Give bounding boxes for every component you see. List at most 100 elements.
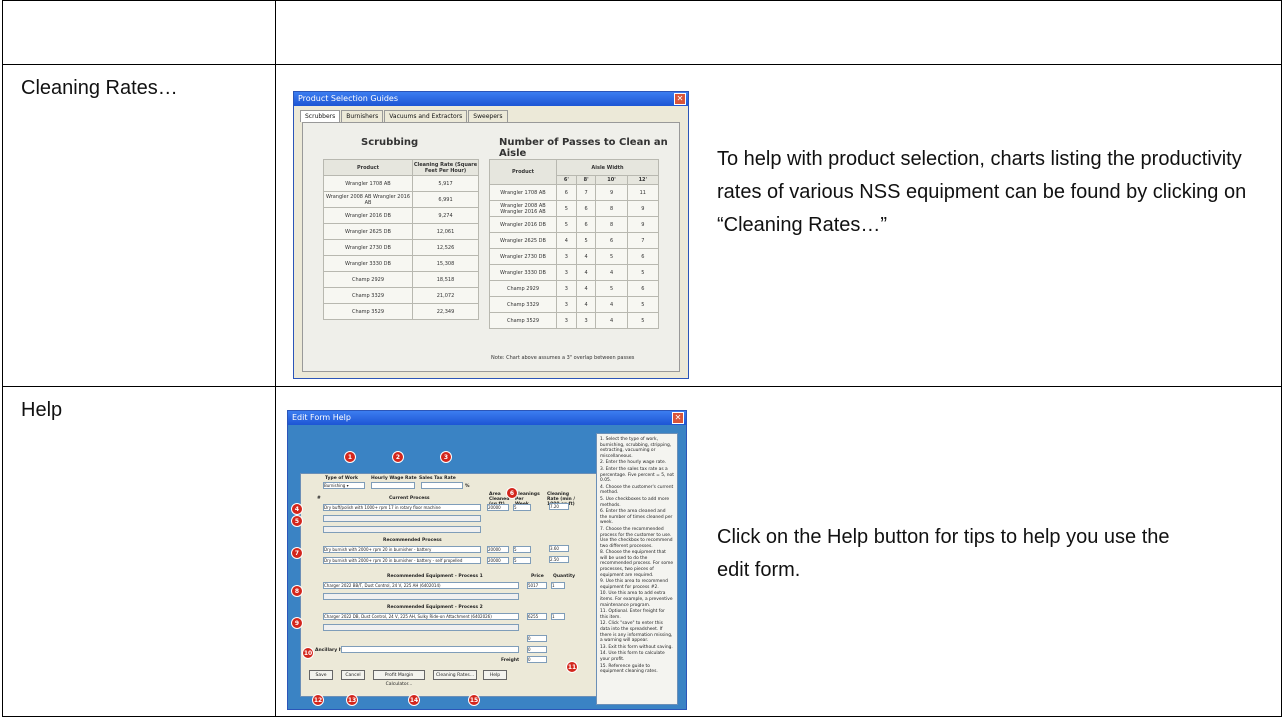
save-button[interactable]: Save	[309, 670, 333, 680]
passes-cell: 5	[626, 312, 660, 329]
header-product: Product	[489, 159, 557, 185]
cancel-button[interactable]: Cancel	[341, 670, 365, 680]
product-cell: Wrangler 2730 DB	[323, 239, 413, 256]
close-button[interactable]: ✕	[672, 412, 684, 424]
help-tip: 4. Choose the customer's current method.	[600, 484, 674, 496]
product-cell: Wrangler 2625 DB	[489, 232, 557, 249]
close-button[interactable]: ✕	[674, 93, 686, 105]
passes-cell: 6	[556, 184, 577, 201]
cleanings-input[interactable]: 5	[513, 546, 531, 553]
row-label: Cleaning Rates…	[21, 77, 178, 99]
width-10: 10'	[595, 175, 628, 185]
recommended-process-select-2[interactable]: Dry burnish with 2000+ rpm 20 in burnish…	[323, 557, 481, 564]
hourly-wage-label: Hourly Wage Rate	[371, 476, 417, 481]
quantity-input[interactable]: 1	[551, 613, 565, 620]
help-tip: 15. Reference guide to equipment cleanin…	[600, 663, 658, 675]
current-process-select-3[interactable]	[323, 526, 481, 533]
help-tip: 11. Optional. Enter freight for this ite…	[600, 609, 665, 620]
table-row: Wrangler 2008 AB Wrangler 2016 AB 5 6 8 9	[489, 200, 660, 217]
passes-cell: 7	[575, 184, 597, 201]
step-badge-10: 10	[302, 647, 314, 659]
current-process-label: Current Process	[389, 496, 430, 501]
sales-tax-input[interactable]	[421, 482, 463, 489]
current-process-select[interactable]: Dry buff/polish with 1000+ rpm 17 in rot…	[323, 504, 481, 511]
passes-cell: 9	[595, 184, 628, 201]
equipment-select-1b[interactable]	[323, 593, 519, 600]
step-badge-13: 13	[346, 694, 358, 706]
tab-burnishers[interactable]: Burnishers	[341, 110, 384, 122]
price-input[interactable]: 5017	[527, 582, 547, 589]
help-tip: 6. Enter the area cleaned and the number…	[600, 509, 673, 526]
passes-cell: 3	[556, 248, 577, 265]
edit-form: Type of Work Hourly Wage Rate Sales Tax …	[300, 473, 602, 697]
equipment-select-2[interactable]: Charger 2022 DB, Dust Control, 24 V, 225…	[323, 613, 519, 620]
recommended-process-select-1[interactable]: Dry burnish with 2000+ rpm 20 in burnish…	[323, 546, 481, 553]
step-badge-12: 12	[312, 694, 324, 706]
passes-cell: 4	[595, 264, 628, 281]
rate-cell: 18,518	[412, 271, 479, 288]
passes-cell: 5	[595, 248, 628, 265]
cleaning-rates-button[interactable]: Cleaning Rates...	[433, 670, 477, 680]
tab-scrubbers[interactable]: Scrubbers	[300, 110, 341, 122]
table-row: Wrangler 2625 DB 4 5 6 7	[489, 232, 660, 249]
tab-sweepers[interactable]: Sweepers	[468, 110, 508, 122]
equipment-select-1[interactable]: Charger 2022 BB/T, Dust Control, 24 V, 2…	[323, 582, 519, 589]
tab-vacuums[interactable]: Vacuums and Extractors	[384, 110, 468, 122]
passes-cell: 6	[626, 280, 660, 297]
passes-cell: 3	[556, 296, 577, 313]
tab-panel: Scrubbing Number of Passes to Clean an A…	[302, 122, 680, 372]
freight-label: Freight	[501, 658, 520, 663]
passes-cell: 9	[626, 200, 660, 217]
price-input[interactable]: 6255	[527, 613, 547, 620]
help-button[interactable]: Help	[483, 670, 507, 680]
product-cell: Wrangler 2625 DB	[323, 223, 413, 240]
ancillary-price[interactable]: 0	[527, 646, 547, 653]
recommended-equipment-1-label: Recommended Equipment - Process 1	[387, 574, 483, 579]
quantity-input[interactable]: 1	[551, 582, 565, 589]
step-badge-8: 8	[291, 585, 303, 597]
cleanings-input[interactable]: 5	[513, 504, 531, 511]
product-cell: Wrangler 2008 AB Wrangler 2016 AB	[323, 191, 413, 208]
rate-cell: 12,061	[412, 223, 479, 240]
passes-cell: 5	[626, 296, 660, 313]
profit-margin-button[interactable]: Profit Margin Calculator...	[373, 670, 425, 687]
hourly-wage-input[interactable]	[371, 482, 415, 489]
table-row: Wrangler 1708 AB 5,917	[323, 175, 479, 192]
equipment-select-2b[interactable]	[323, 624, 519, 631]
step-badge-4: 4	[291, 503, 303, 515]
table-row: Wrangler 2625 DB 12,061	[323, 223, 479, 240]
area-input[interactable]: 20000	[487, 557, 509, 564]
passes-cell: 6	[575, 200, 597, 217]
label-cell: Cleaning Rates…	[2, 64, 276, 387]
row-label: Help	[21, 399, 63, 421]
scrubbing-heading: Scrubbing	[361, 137, 419, 148]
table-row: Champ 3529 22,349	[323, 303, 479, 320]
area-input[interactable]: 20000	[487, 504, 509, 511]
table-row: Champ 2929 18,518	[323, 271, 479, 288]
help-tip: 10. Use this area to add extra items. Fo…	[600, 591, 673, 608]
ancillary-input[interactable]	[341, 646, 519, 653]
recommended-process-label: Recommended Process	[383, 538, 442, 543]
header-aisle-width: Aisle Width	[556, 159, 659, 176]
table-row: Wrangler 2016 DB 5 6 8 9	[489, 216, 660, 233]
passes-cell: 3	[575, 312, 597, 329]
passes-cell: 4	[575, 296, 597, 313]
rate-output: 7.20	[549, 503, 569, 510]
freight-input[interactable]: 0	[527, 656, 547, 663]
zero-field[interactable]: 0	[527, 635, 547, 642]
help-tip: 13. Exit this form without saving.	[600, 644, 673, 650]
table-row: Wrangler 2008 AB Wrangler 2016 AB 6,991	[323, 191, 479, 208]
passes-cell: 6	[595, 232, 628, 249]
sales-tax-label: Sales Tax Rate	[419, 476, 456, 481]
product-cell: Wrangler 2016 DB	[489, 216, 557, 233]
type-of-work-select[interactable]: Burnishing ▾	[323, 482, 365, 489]
product-cell: Champ 3329	[323, 287, 413, 304]
rate-cell: 6,991	[412, 191, 479, 208]
area-input[interactable]: 20000	[487, 546, 509, 553]
cleaning-rates-description: To help with product selection, charts l…	[717, 148, 1247, 236]
cleanings-input[interactable]: 5	[513, 557, 531, 564]
current-process-select-2[interactable]	[323, 515, 481, 522]
help-tip: 14. Use this form to calculate your prof…	[600, 651, 665, 662]
cleaning-rate-table: Product Cleaning Rate (Square Feet Per H…	[323, 159, 479, 320]
table-header: Product Aisle Width	[489, 159, 659, 185]
